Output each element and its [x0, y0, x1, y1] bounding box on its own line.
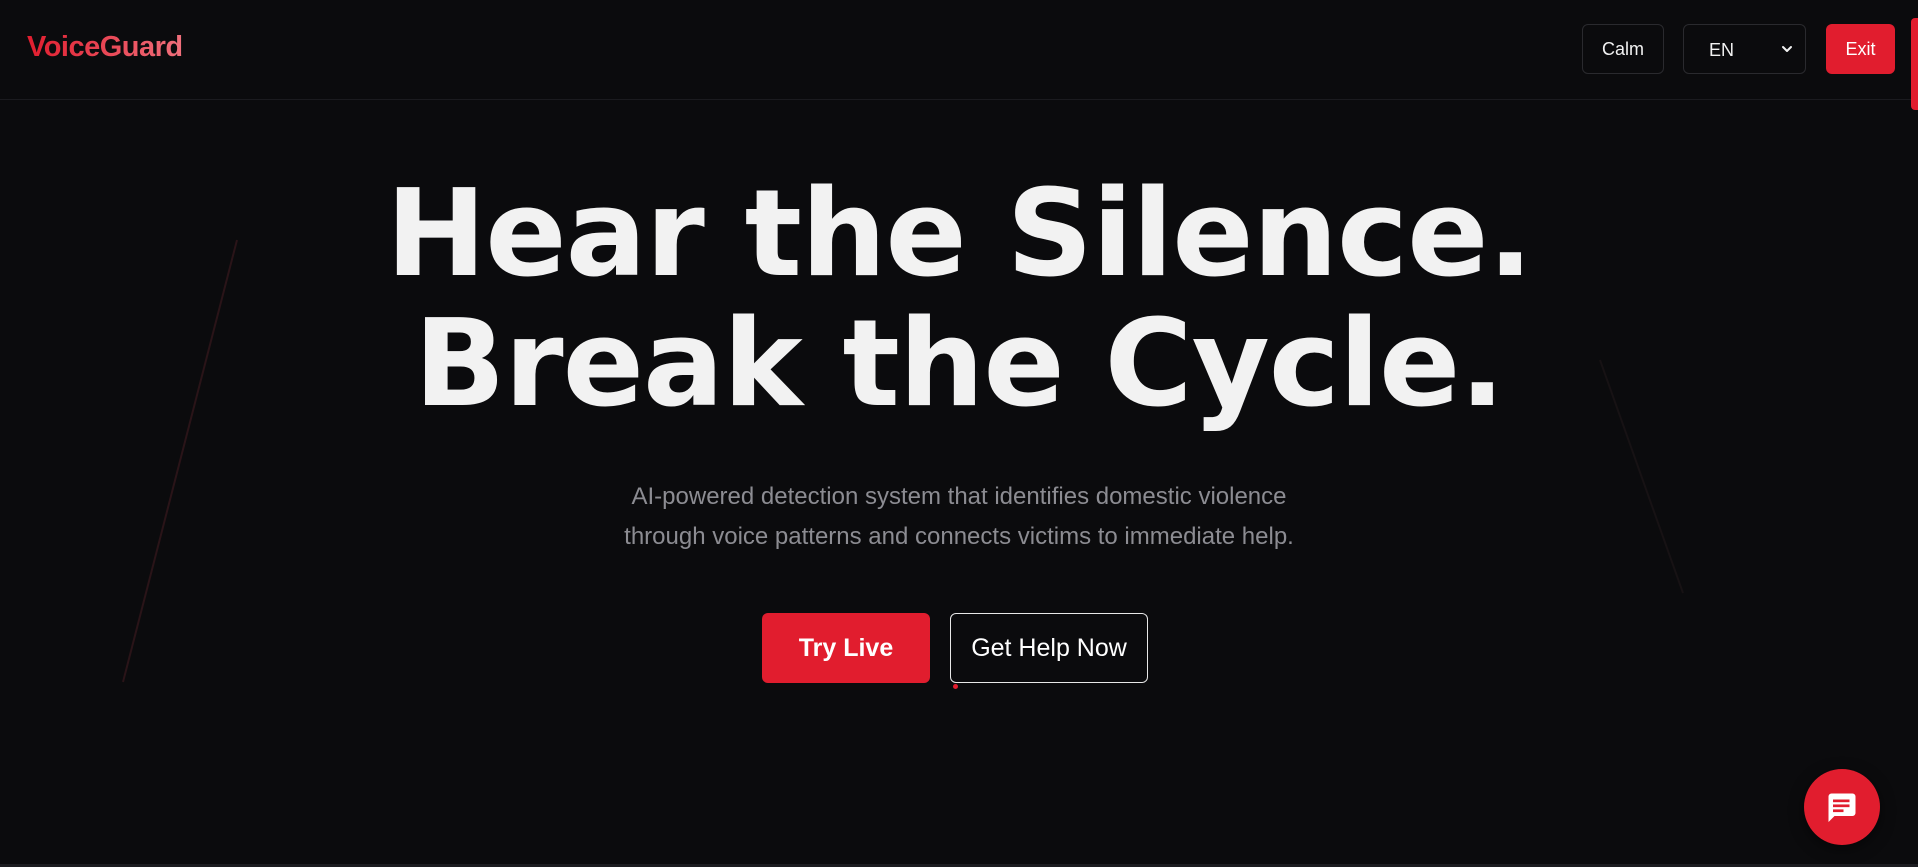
chevron-down-icon: [1782, 46, 1792, 52]
hero-subtitle: AI-powered detection system that identif…: [0, 477, 1918, 557]
top-navigation-bar: VoiceGuard Calm EN Exit: [0, 0, 1918, 100]
try-live-button[interactable]: Try Live: [762, 613, 930, 683]
hero-subtitle-line-1: AI-powered detection system that identif…: [631, 483, 1287, 510]
language-select-value: EN: [1709, 40, 1735, 60]
brand-logo[interactable]: VoiceGuard: [27, 31, 183, 64]
hero-title-line-1: Hear the Silence.: [385, 165, 1533, 304]
language-select[interactable]: EN: [1683, 24, 1806, 74]
landing-page: VoiceGuard Calm EN Exit Hear the Silence…: [0, 0, 1918, 867]
get-help-now-button[interactable]: Get Help Now: [950, 613, 1148, 683]
chat-bubble-icon: [1828, 793, 1856, 822]
hero-subtitle-line-2: through voice patterns and connects vict…: [624, 523, 1294, 550]
calm-mode-button[interactable]: Calm: [1582, 24, 1664, 74]
hero-title: Hear the Silence. Break the Cycle.: [0, 170, 1918, 430]
chat-button[interactable]: [1804, 769, 1880, 845]
scrollbar-thumb[interactable]: [1911, 18, 1918, 110]
indicator-dot: [953, 684, 958, 689]
hero-title-line-2: Break the Cycle.: [413, 295, 1505, 434]
quick-exit-button[interactable]: Exit: [1826, 24, 1895, 74]
